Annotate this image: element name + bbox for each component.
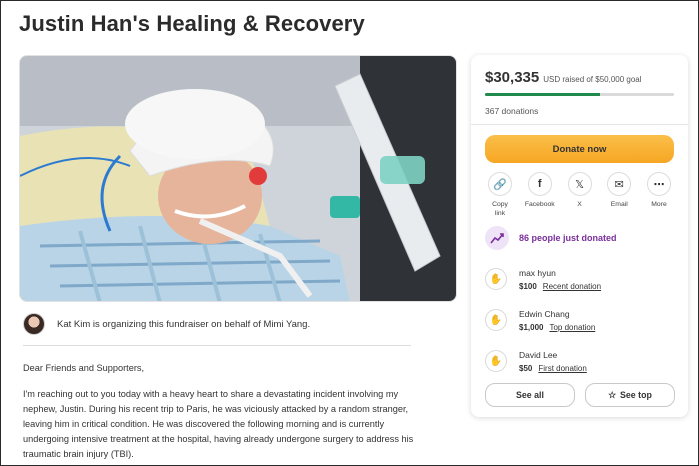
see-all-button[interactable]: See all <box>485 383 575 407</box>
goal-text: USD raised of $50,000 goal <box>543 75 642 84</box>
campaign-photo[interactable] <box>19 55 457 302</box>
share-email[interactable]: ✉ Email <box>604 172 634 218</box>
link-icon: 🔗 <box>488 172 512 196</box>
facebook-icon: f <box>527 172 552 196</box>
organizer-text: Kat Kim is organizing this fundraiser on… <box>57 318 311 330</box>
donor-tag-link[interactable]: Top donation <box>549 323 595 332</box>
progress-bar <box>485 93 674 96</box>
see-all-label: See all <box>516 390 544 400</box>
story-greeting: Dear Friends and Supporters, <box>23 363 145 373</box>
x-icon: 𝕏 <box>567 172 592 196</box>
raised-summary: $30,335 USD raised of $50,000 goal <box>485 69 674 86</box>
organizer-row: Kat Kim is organizing this fundraiser on… <box>23 313 413 335</box>
donor-amount: $1,000 <box>519 322 544 332</box>
share-x[interactable]: 𝕏 X <box>565 172 595 218</box>
story-text: Dear Friends and Supporters, I'm reachin… <box>23 361 423 466</box>
donation-hand-icon: ✋ <box>485 309 507 331</box>
share-label: Copy link <box>492 201 508 217</box>
donor-row: ✋ max hyun $100 Recent donation <box>485 264 674 294</box>
share-row: 🔗 Copy link f Facebook 𝕏 X ✉ Email ⋯ Mor… <box>485 172 674 218</box>
donor-name: Edwin Chang <box>519 308 570 319</box>
donor-amount: $100 <box>519 281 537 291</box>
donor-name: max hyun <box>519 267 556 278</box>
donation-card: $30,335 USD raised of $50,000 goal 367 d… <box>471 55 688 417</box>
donation-hand-icon: ✋ <box>485 350 507 372</box>
share-label: X <box>577 201 582 208</box>
share-more[interactable]: ⋯ More <box>644 172 674 218</box>
donor-amount: $50 <box>519 363 533 373</box>
share-copy-link[interactable]: 🔗 Copy link <box>485 172 515 218</box>
share-label: Facebook <box>524 201 555 208</box>
donor-name: David Lee <box>519 349 558 360</box>
donor-row: ✋ Edwin Chang $1,000 Top donation <box>485 305 674 335</box>
card-divider <box>471 124 688 125</box>
trending-text: 86 people just donated <box>519 233 617 243</box>
more-icon: ⋯ <box>647 172 671 196</box>
see-top-button[interactable]: ☆ See top <box>585 383 675 407</box>
trending-up-icon <box>485 226 509 250</box>
organizer-avatar <box>23 313 45 335</box>
donor-tag-link[interactable]: Recent donation <box>543 282 601 291</box>
trending-row: 86 people just donated <box>485 226 674 250</box>
share-label: More <box>651 201 667 208</box>
share-facebook[interactable]: f Facebook <box>525 172 555 218</box>
donation-hand-icon: ✋ <box>485 268 507 290</box>
see-top-label: See top <box>620 390 652 400</box>
star-icon: ☆ <box>608 389 617 400</box>
divider <box>23 345 411 346</box>
progress-fill <box>485 93 600 96</box>
story-paragraph: I'm reaching out to you today with a hea… <box>23 389 414 459</box>
share-label: Email <box>610 201 628 208</box>
donor-tag-link[interactable]: First donation <box>538 364 586 373</box>
email-icon: ✉ <box>607 172 632 196</box>
donor-buttons: See all ☆ See top <box>485 383 675 407</box>
donate-now-button[interactable]: Donate now <box>485 135 674 163</box>
donor-row: ✋ David Lee $50 First donation <box>485 346 674 376</box>
donation-count: 367 donations <box>485 106 539 116</box>
page-title: Justin Han's Healing & Recovery <box>19 11 365 36</box>
raised-amount: $30,335 <box>485 69 540 86</box>
